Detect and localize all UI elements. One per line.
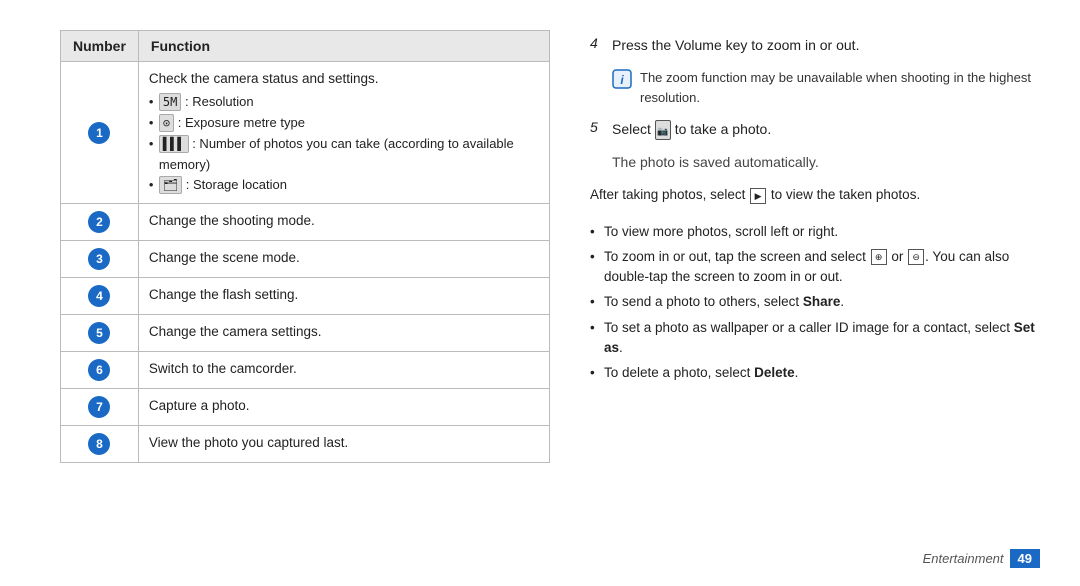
share-bold: Share: [803, 294, 841, 309]
table-row: 8 View the photo you captured last.: [61, 426, 550, 463]
number-badge-3: 3: [88, 248, 110, 270]
bullet-section: • To view more photos, scroll left or ri…: [590, 222, 1040, 389]
step-5-sub: The photo is saved automatically.: [612, 152, 1040, 173]
row-number-cell: 4: [61, 278, 139, 315]
bullet-2: • To zoom in or out, tap the screen and …: [590, 247, 1040, 288]
phone-small-icon: 📷: [655, 120, 671, 140]
row-function-cell: Switch to the camcorder.: [138, 352, 549, 389]
row-function-cell: Capture a photo.: [138, 389, 549, 426]
table-row: 2 Change the shooting mode.: [61, 204, 550, 241]
row-function-cell: Check the camera status and settings. 5M…: [138, 62, 549, 204]
row-function-cell: View the photo you captured last.: [138, 426, 549, 463]
row5-text: Change the camera settings.: [149, 324, 322, 339]
bullet-dot: •: [590, 363, 600, 383]
number-badge-4: 4: [88, 285, 110, 307]
row8-text: View the photo you captured last.: [149, 435, 348, 450]
number-badge-7: 7: [88, 396, 110, 418]
note-icon: i: [612, 69, 632, 89]
after-photos-line: After taking photos, select ▶ to view th…: [590, 185, 1040, 205]
row-function-cell: Change the shooting mode.: [138, 204, 549, 241]
bullet-dot: •: [590, 247, 600, 267]
bullet-3-text: To send a photo to others, select Share.: [604, 292, 844, 312]
zoom-out-icon: ⊖: [908, 249, 924, 265]
number-badge-1: 1: [88, 122, 110, 144]
row-number-cell: 2: [61, 204, 139, 241]
play-icon: ▶: [750, 188, 766, 204]
row-number-cell: 6: [61, 352, 139, 389]
step-4: 4 Press the Volume key to zoom in or out…: [590, 35, 1040, 56]
bullet-1-text: To view more photos, scroll left or righ…: [604, 222, 838, 242]
note-block: i The zoom function may be unavailable w…: [612, 68, 1040, 107]
row-number-cell: 5: [61, 315, 139, 352]
footer: Entertainment 49: [923, 549, 1040, 568]
table-section: Number Function 1 Check the camera statu…: [60, 30, 550, 556]
right-content: 4 Press the Volume key to zoom in or out…: [590, 30, 1040, 556]
row-number-cell: 1: [61, 62, 139, 204]
row3-text: Change the scene mode.: [149, 250, 300, 265]
row-function-cell: Change the camera settings.: [138, 315, 549, 352]
row1-intro: Check the camera status and settings.: [149, 71, 379, 86]
row1-bullet1: 5M : Resolution: [149, 92, 539, 113]
row1-bullet2: ⊙ : Exposure metre type: [149, 113, 539, 134]
row1-bullet3: ▌▌▌ : Number of photos you can take (acc…: [149, 134, 539, 176]
camera-functions-table: Number Function 1 Check the camera statu…: [60, 30, 550, 463]
col-header-number: Number: [61, 31, 139, 62]
table-row: 7 Capture a photo.: [61, 389, 550, 426]
row1-bullet4: 🗂 : Storage location: [149, 175, 539, 196]
footer-page-number: 49: [1010, 549, 1040, 568]
step-5: 5 Select 📷 to take a photo.: [590, 119, 1040, 140]
row-function-cell: Change the scene mode.: [138, 241, 549, 278]
row6-text: Switch to the camcorder.: [149, 361, 297, 376]
bullet-5: • To delete a photo, select Delete.: [590, 363, 1040, 383]
table-row: 1 Check the camera status and settings. …: [61, 62, 550, 204]
note-text: The zoom function may be unavailable whe…: [640, 68, 1040, 107]
row2-text: Change the shooting mode.: [149, 213, 315, 228]
bullet-4: • To set a photo as wallpaper or a calle…: [590, 318, 1040, 359]
table-row: 5 Change the camera settings.: [61, 315, 550, 352]
bullet-5-text: To delete a photo, select Delete.: [604, 363, 798, 383]
step-5-number: 5: [590, 119, 606, 135]
bullet-dot: •: [590, 318, 600, 338]
delete-bold: Delete: [754, 365, 795, 380]
step-5-text: Select 📷 to take a photo.: [612, 119, 771, 140]
row7-text: Capture a photo.: [149, 398, 250, 413]
number-badge-8: 8: [88, 433, 110, 455]
row4-text: Change the flash setting.: [149, 287, 298, 302]
step-4-text: Press the Volume key to zoom in or out.: [612, 35, 859, 56]
table-row: 6 Switch to the camcorder.: [61, 352, 550, 389]
table-row: 3 Change the scene mode.: [61, 241, 550, 278]
number-badge-6: 6: [88, 359, 110, 381]
zoom-in-icon: ⊕: [871, 249, 887, 265]
setas-bold: Set as: [604, 320, 1035, 355]
bullet-4-text: To set a photo as wallpaper or a caller …: [604, 318, 1040, 359]
table-row: 4 Change the flash setting.: [61, 278, 550, 315]
bullet-2-text: To zoom in or out, tap the screen and se…: [604, 247, 1040, 288]
footer-label: Entertainment: [923, 551, 1004, 566]
row-function-cell: Change the flash setting.: [138, 278, 549, 315]
bullet-3: • To send a photo to others, select Shar…: [590, 292, 1040, 312]
col-header-function: Function: [138, 31, 549, 62]
bullet-1: • To view more photos, scroll left or ri…: [590, 222, 1040, 242]
number-badge-5: 5: [88, 322, 110, 344]
bullet-dot: •: [590, 292, 600, 312]
step-4-number: 4: [590, 35, 606, 51]
row-number-cell: 8: [61, 426, 139, 463]
row-number-cell: 3: [61, 241, 139, 278]
number-badge-2: 2: [88, 211, 110, 233]
bullet-dot: •: [590, 222, 600, 242]
row-number-cell: 7: [61, 389, 139, 426]
